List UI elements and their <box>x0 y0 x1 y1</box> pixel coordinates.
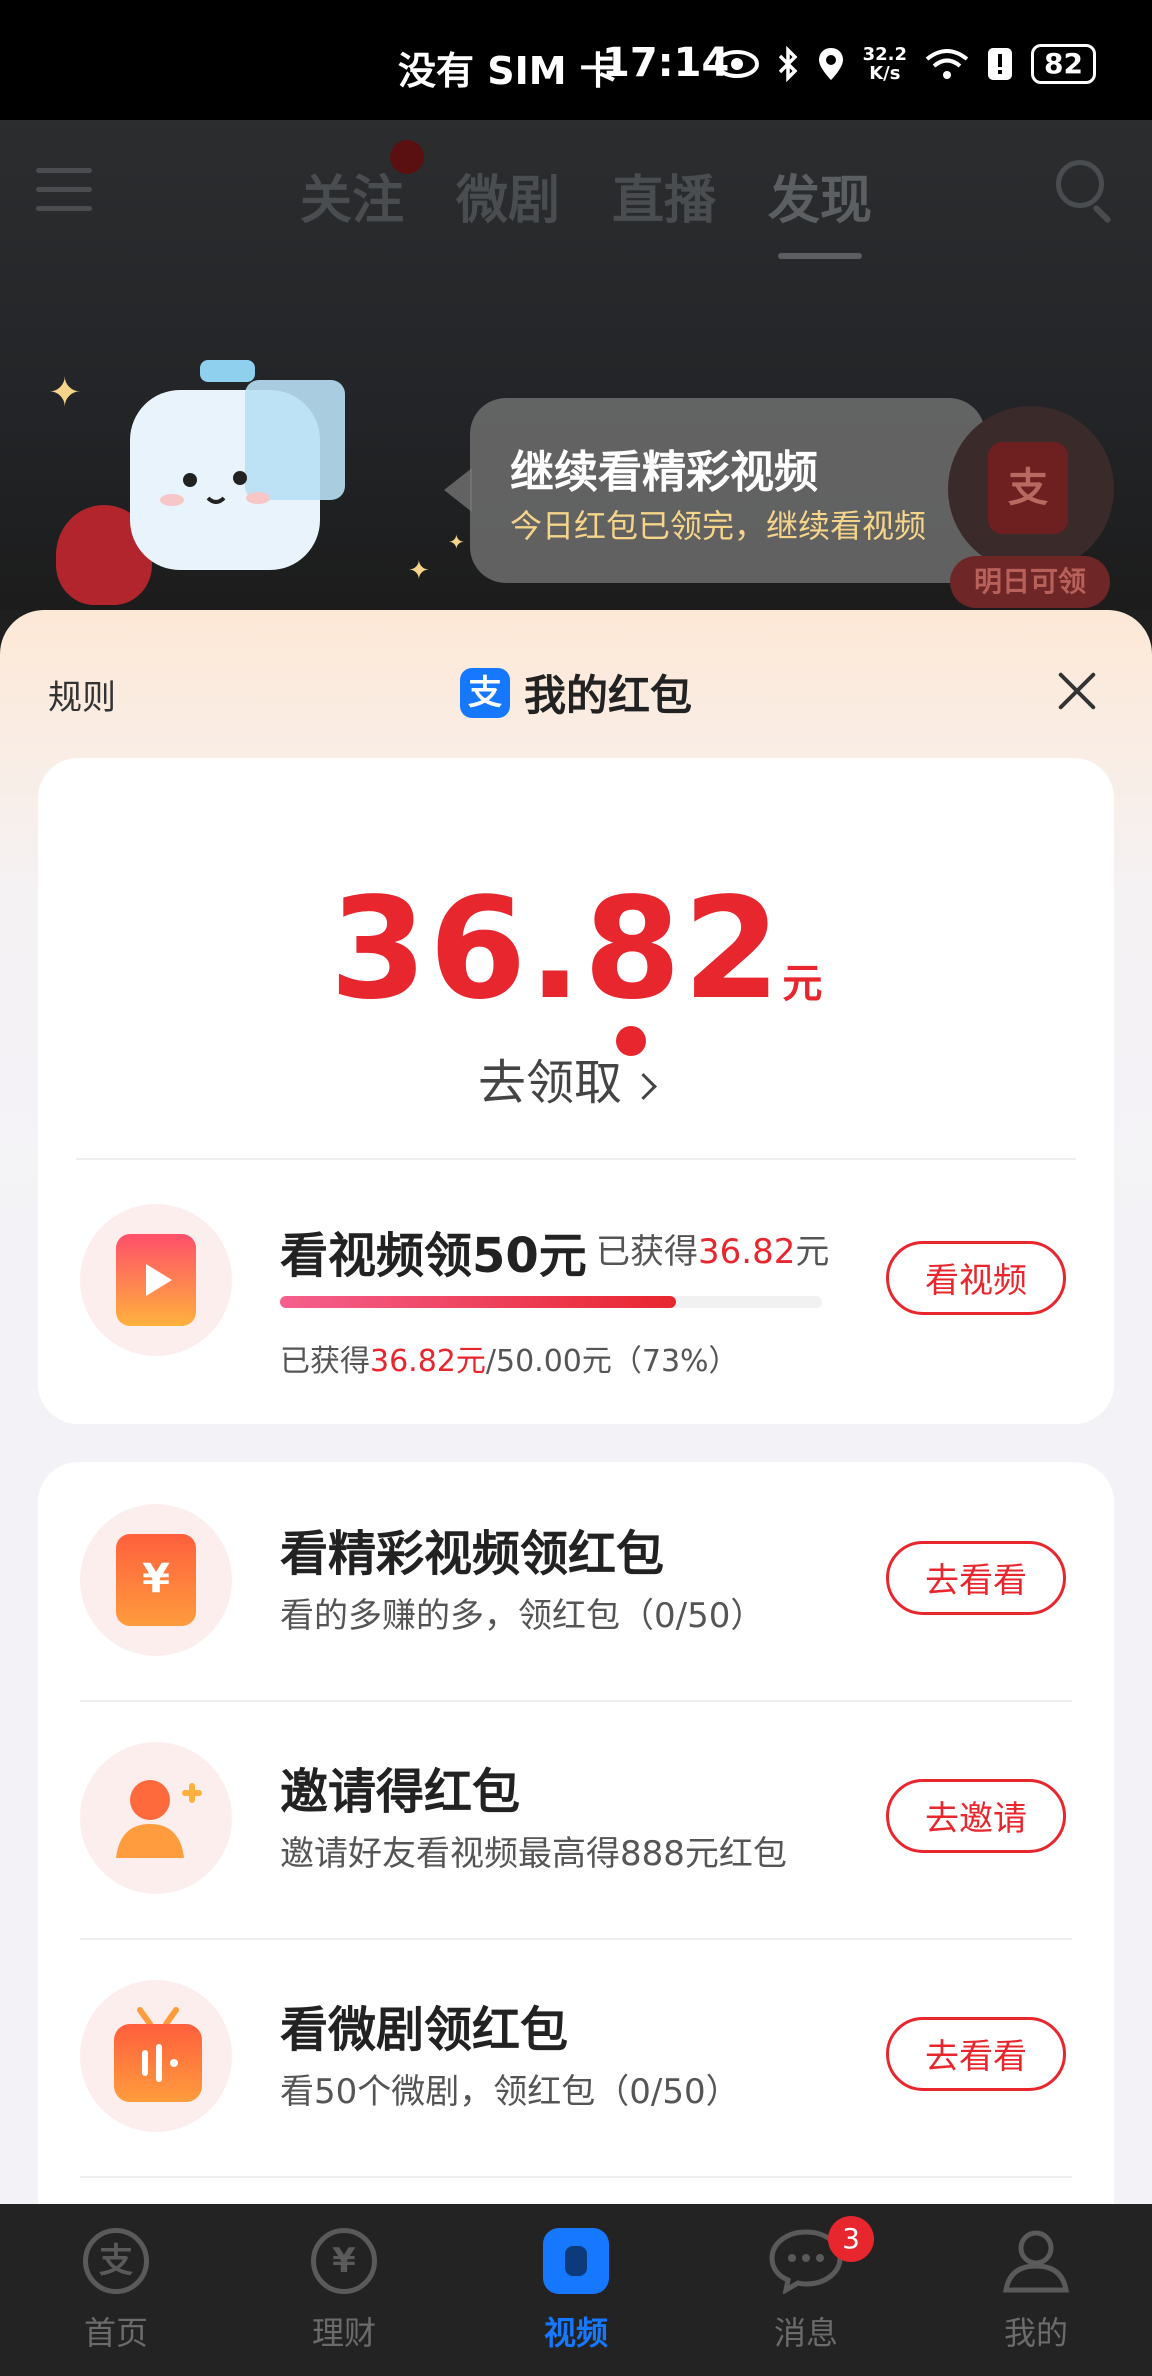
alipay-logo-icon: 支 <box>460 667 510 718</box>
yuan-icon: ¥ <box>116 1534 196 1626</box>
tv-icon <box>114 2007 202 2102</box>
progress-prefix: 已获得 <box>280 1344 370 1379</box>
amount-value: 36.82 <box>329 868 783 1031</box>
main-task-title: 看视频领50元 <box>280 1228 587 1284</box>
sparkle-icon: ✦ <box>448 530 465 554</box>
video-icon <box>543 2228 609 2294</box>
watch-video-button[interactable]: 看视频 <box>886 1241 1066 1315</box>
task-desc: 看的多赚的多，领红包（0/50） <box>280 1596 765 1636</box>
nav-label: 我的 <box>1003 2314 1068 2352</box>
progress-fill <box>280 1296 676 1308</box>
eye-icon <box>714 50 759 78</box>
video-task-icon-wrap <box>80 1204 232 1356</box>
nav-finance[interactable]: ¥ 理财 <box>274 2228 414 2354</box>
nav-label: 消息 <box>773 2314 838 2352</box>
nav-label: 视频 <box>543 2314 608 2352</box>
promo-title: 继续看精彩视频 <box>510 447 818 498</box>
progress-text: 已获得36.82元/50.00元（73%） <box>280 1336 739 1380</box>
balance-amount: 36.82元 <box>38 868 1114 1031</box>
tab-follow[interactable]: 关注 <box>300 158 404 233</box>
promo-speech-bubble: 继续看精彩视频 今日红包已领完，继续看视频 <box>444 398 985 583</box>
progress-bar <box>280 1296 822 1308</box>
net-speed-value: 32.2 <box>862 44 908 65</box>
invite-button[interactable]: 去邀请 <box>886 1779 1066 1853</box>
go-watch-button[interactable]: 去看看 <box>886 1541 1066 1615</box>
floating-red-packet[interactable]: 支 <box>948 406 1114 572</box>
red-packet-sheet: 规则 支 我的红包 36.82元 去领取 看视频领50元 已获得36.82元 已… <box>0 610 1152 2204</box>
progress-earned: 36.82元 <box>370 1344 486 1379</box>
balance-card: 36.82元 去领取 看视频领50元 已获得36.82元 已获得36.82元/5… <box>38 758 1114 1424</box>
task-title: 看微剧领红包 <box>280 2002 569 2058</box>
net-speed-unit: K/s <box>869 63 901 84</box>
wifi-icon <box>925 49 969 79</box>
main-task-earned: 已获得36.82元 <box>596 1224 829 1273</box>
alert-icon <box>988 48 1013 80</box>
mascot-illustration <box>130 360 345 570</box>
bottom-nav: 支 首页 ¥ 理财 视频 消息 3 我的 <box>0 2204 1152 2376</box>
divider <box>80 2176 1072 2178</box>
divider <box>80 1938 1072 1940</box>
top-nav-tabs: 关注 微剧 直播 发现 <box>300 158 872 259</box>
menu-icon[interactable] <box>36 168 92 216</box>
message-count-badge: 3 <box>828 2216 874 2262</box>
clock: 17:14 <box>602 40 730 86</box>
tab-micro-drama[interactable]: 微剧 <box>456 158 560 233</box>
nav-home[interactable]: 支 首页 <box>46 2228 186 2354</box>
battery-indicator: 82 <box>1031 44 1096 84</box>
bluetooth-icon <box>778 46 798 82</box>
earned-value: 36.82 <box>698 1232 796 1272</box>
earned-unit: 元 <box>795 1232 830 1272</box>
tomorrow-available-badge: 明日可领 <box>950 556 1110 608</box>
task-title: 邀请得红包 <box>280 1764 521 1820</box>
tasks-card: ¥ 看精彩视频领红包 看的多赚的多，领红包（0/50） 去看看 邀请得红包 邀请… <box>38 1462 1114 2204</box>
go-watch-drama-button[interactable]: 去看看 <box>886 2017 1066 2091</box>
tab-discover[interactable]: 发现 <box>768 158 872 259</box>
nav-video[interactable]: 视频 <box>506 2228 646 2354</box>
sheet-title-text: 我的红包 <box>524 671 693 720</box>
amount-unit: 元 <box>782 961 823 1007</box>
task-desc: 邀请好友看视频最高得888元红包 <box>280 1834 787 1874</box>
task-icon-wrap <box>80 1742 232 1894</box>
sparkle-icon: ✦ <box>408 556 430 586</box>
play-icon <box>116 1234 196 1326</box>
screen: 没有 SIM 卡 17:14 32.2 K/s 82 关注 微剧 直播 发现 ✦… <box>0 0 1152 2376</box>
task-title: 看精彩视频领红包 <box>280 1526 665 1582</box>
red-packet-icon: 支 <box>988 442 1068 534</box>
svg-text:¥: ¥ <box>142 1556 170 1602</box>
sheet-header: 规则 支 我的红包 <box>0 610 1152 760</box>
sim-status: 没有 SIM 卡 <box>398 49 618 93</box>
claim-label: 去领取 <box>478 1055 623 1111</box>
task-icon-wrap: ¥ <box>80 1504 232 1656</box>
status-icons: 32.2 K/s 82 <box>714 44 1096 84</box>
tab-live[interactable]: 直播 <box>612 158 716 233</box>
net-speed: 32.2 K/s <box>863 45 907 83</box>
earned-prefix: 已获得 <box>596 1232 698 1272</box>
promo-subtitle: 今日红包已领完，继续看视频 <box>510 507 927 545</box>
finance-icon: ¥ <box>311 2228 377 2294</box>
search-icon[interactable] <box>1056 160 1104 208</box>
user-icon <box>1003 2230 1069 2293</box>
divider <box>76 1158 1076 1160</box>
close-icon[interactable] <box>1052 668 1098 714</box>
nav-profile[interactable]: 我的 <box>966 2228 1106 2354</box>
divider <box>80 1700 1072 1702</box>
rules-link[interactable]: 规则 <box>48 670 116 719</box>
sparkle-icon: ✦ <box>48 370 82 416</box>
location-icon <box>818 48 843 80</box>
task-icon-wrap <box>80 1980 232 2132</box>
chevron-right-icon <box>630 1072 657 1100</box>
nav-label: 首页 <box>83 2314 148 2352</box>
sheet-title: 支 我的红包 <box>460 662 692 723</box>
home-icon: 支 <box>83 2228 149 2294</box>
nav-label: 理财 <box>311 2314 376 2352</box>
status-bar: 没有 SIM 卡 17:14 32.2 K/s 82 <box>0 0 1152 120</box>
claim-dot-badge <box>616 1026 646 1056</box>
progress-rest: /50.00元（73%） <box>485 1344 739 1379</box>
task-desc: 看50个微剧，领红包（0/50） <box>280 2072 740 2112</box>
add-user-icon <box>116 1780 202 1858</box>
